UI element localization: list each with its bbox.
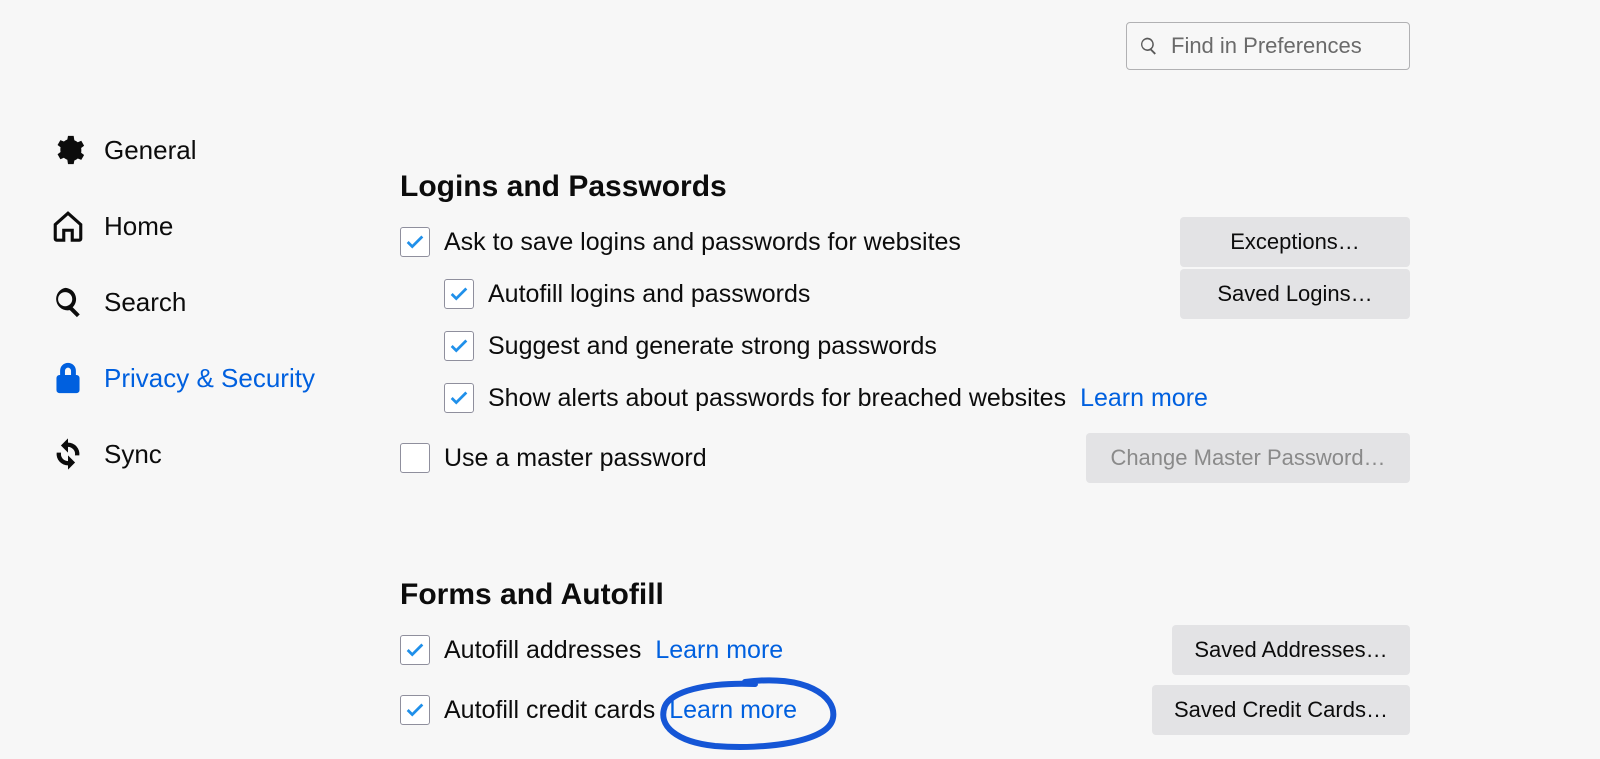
sidebar: General Home Search Privacy & Security S: [0, 70, 400, 736]
search-icon: [50, 285, 86, 319]
section-title-logins: Logins and Passwords: [400, 170, 1410, 204]
checkbox-suggest-strong[interactable]: [444, 331, 474, 361]
label-autofill-logins: Autofill logins and passwords: [488, 280, 810, 309]
section-title-forms: Forms and Autofill: [400, 578, 1410, 612]
label-suggest-strong: Suggest and generate strong passwords: [488, 332, 937, 361]
exceptions-button[interactable]: Exceptions…: [1180, 217, 1410, 267]
checkbox-autofill-logins[interactable]: [444, 279, 474, 309]
checkbox-ask-save[interactable]: [400, 227, 430, 257]
sidebar-item-search[interactable]: Search: [50, 264, 400, 340]
learn-more-breach-link[interactable]: Learn more: [1080, 384, 1208, 413]
main-content: Logins and Passwords Ask to save logins …: [400, 70, 1600, 736]
sidebar-item-label: Home: [104, 211, 173, 242]
annotation-circle: Learn more: [669, 696, 797, 725]
sidebar-item-label: Search: [104, 287, 186, 318]
change-master-password-button[interactable]: Change Master Password…: [1086, 433, 1410, 483]
sidebar-item-label: Privacy & Security: [104, 363, 315, 394]
sidebar-item-sync[interactable]: Sync: [50, 416, 400, 492]
saved-logins-button[interactable]: Saved Logins…: [1180, 269, 1410, 319]
sidebar-item-home[interactable]: Home: [50, 188, 400, 264]
learn-more-addresses-link[interactable]: Learn more: [655, 636, 783, 665]
gear-icon: [50, 133, 86, 167]
sync-icon: [50, 437, 86, 471]
search-input[interactable]: [1169, 32, 1397, 60]
checkbox-autofill-addresses[interactable]: [400, 635, 430, 665]
search-box[interactable]: [1126, 22, 1410, 70]
saved-addresses-button[interactable]: Saved Addresses…: [1172, 625, 1410, 675]
sidebar-item-privacy[interactable]: Privacy & Security: [50, 340, 400, 416]
label-breach-alerts: Show alerts about passwords for breached…: [488, 384, 1066, 413]
learn-more-cards-link[interactable]: Learn more: [669, 696, 797, 724]
label-autofill-addresses: Autofill addresses: [444, 636, 641, 665]
checkbox-breach-alerts[interactable]: [444, 383, 474, 413]
home-icon: [50, 209, 86, 243]
checkbox-autofill-cards[interactable]: [400, 695, 430, 725]
saved-credit-cards-button[interactable]: Saved Credit Cards…: [1152, 685, 1410, 735]
sidebar-item-general[interactable]: General: [50, 112, 400, 188]
checkbox-master-password[interactable]: [400, 443, 430, 473]
label-use-master: Use a master password: [444, 444, 707, 473]
sidebar-item-label: General: [104, 135, 197, 166]
label-ask-save: Ask to save logins and passwords for web…: [444, 228, 961, 257]
lock-icon: [50, 361, 86, 395]
sidebar-item-label: Sync: [104, 439, 162, 470]
label-autofill-cards: Autofill credit cards: [444, 696, 655, 725]
search-icon: [1139, 36, 1159, 56]
